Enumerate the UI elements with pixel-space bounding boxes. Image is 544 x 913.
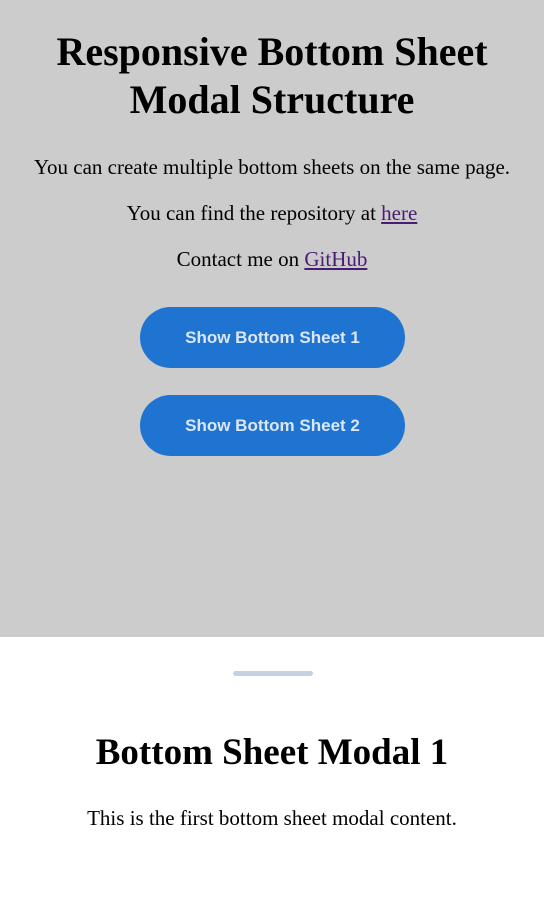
drag-handle[interactable] [233, 671, 313, 676]
show-bottom-sheet-1-button[interactable]: Show Bottom Sheet 1 [140, 307, 405, 368]
bottom-sheet-content: This is the first bottom sheet modal con… [87, 806, 457, 830]
bottom-sheet-title: Bottom Sheet Modal 1 [95, 732, 449, 773]
show-bottom-sheet-2-button[interactable]: Show Bottom Sheet 2 [140, 395, 405, 456]
repository-line: You can find the repository at here [0, 200, 544, 226]
intro-text: You can create multiple bottom sheets on… [33, 155, 511, 179]
modal-backdrop[interactable]: Responsive Bottom Sheet Modal Structure … [0, 0, 544, 637]
github-link[interactable]: GitHub [304, 247, 367, 271]
page-title: Responsive Bottom Sheet Modal Structure [56, 29, 488, 122]
repository-prefix: You can find the repository at [126, 201, 382, 225]
repository-link[interactable]: here [381, 201, 417, 225]
bottom-sheet-modal: Bottom Sheet Modal 1 This is the first b… [0, 637, 544, 913]
page: Responsive Bottom Sheet Modal Structure … [0, 0, 544, 913]
contact-prefix: Contact me on [176, 247, 305, 271]
contact-line: Contact me on GitHub [0, 246, 544, 272]
